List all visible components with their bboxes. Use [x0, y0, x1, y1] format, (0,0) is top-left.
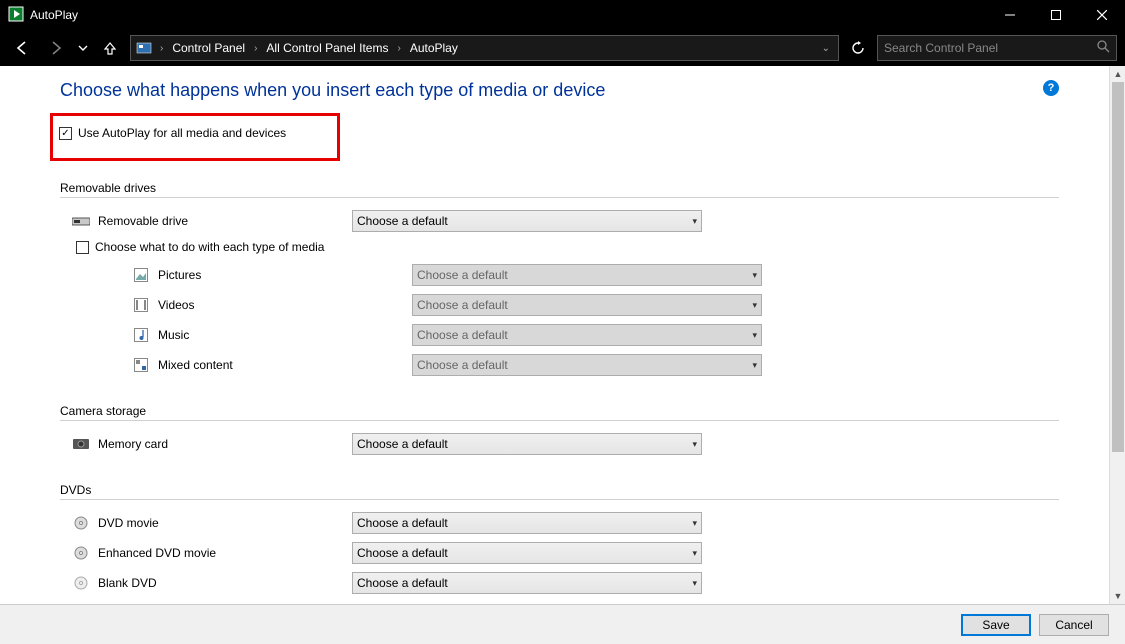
page-heading: Choose what happens when you insert each…	[60, 80, 605, 101]
divider	[60, 499, 1059, 500]
vertical-scrollbar[interactable]: ▲ ▼	[1109, 66, 1125, 604]
section-title-camera: Camera storage	[60, 404, 1059, 418]
close-button[interactable]	[1079, 0, 1125, 30]
enhanced-dvd-combo[interactable]: Choose a default ▾	[352, 542, 702, 564]
chevron-down-icon: ▾	[752, 270, 757, 281]
forward-button[interactable]	[42, 34, 70, 62]
divider	[60, 420, 1059, 421]
back-button[interactable]	[8, 34, 36, 62]
scroll-down-icon[interactable]: ▼	[1110, 588, 1125, 604]
breadcrumb-item[interactable]: AutoPlay	[408, 41, 460, 55]
cancel-button[interactable]: Cancel	[1039, 614, 1109, 636]
divider	[60, 197, 1059, 198]
refresh-button[interactable]	[845, 35, 871, 61]
dvd-icon	[72, 544, 90, 562]
choose-per-media-checkbox[interactable]	[76, 241, 89, 254]
mixed-content-combo[interactable]: Choose a default ▾	[412, 354, 762, 376]
choose-per-media-label: Choose what to do with each type of medi…	[95, 240, 324, 254]
chevron-right-icon: ›	[157, 43, 166, 54]
maximize-button[interactable]	[1033, 0, 1079, 30]
save-button[interactable]: Save	[961, 614, 1031, 636]
removable-drive-combo[interactable]: Choose a default ▾	[352, 210, 702, 232]
scroll-up-icon[interactable]: ▲	[1110, 66, 1125, 82]
videos-icon	[132, 296, 150, 314]
removable-drive-label: Removable drive	[98, 214, 188, 228]
enhanced-dvd-label: Enhanced DVD movie	[98, 546, 216, 560]
breadcrumb-item[interactable]: Control Panel	[170, 41, 247, 55]
chevron-right-icon: ›	[394, 43, 403, 54]
app-icon	[8, 6, 24, 25]
dvd-icon	[72, 514, 90, 532]
chevron-down-icon: ▾	[692, 548, 697, 559]
chevron-down-icon: ▾	[692, 216, 697, 227]
chevron-right-icon: ›	[251, 43, 260, 54]
chevron-down-icon: ▾	[752, 330, 757, 341]
blank-dvd-label: Blank DVD	[98, 576, 157, 590]
dvd-movie-label: DVD movie	[98, 516, 159, 530]
help-icon[interactable]: ?	[1043, 80, 1059, 96]
memory-card-label: Memory card	[98, 437, 168, 451]
pictures-combo[interactable]: Choose a default ▾	[412, 264, 762, 286]
titlebar: AutoPlay	[0, 0, 1125, 30]
footer-bar: Save Cancel	[0, 604, 1125, 644]
drive-icon	[72, 212, 90, 230]
minimize-button[interactable]	[987, 0, 1033, 30]
scroll-thumb[interactable]	[1112, 82, 1124, 452]
music-icon	[132, 326, 150, 344]
section-title-dvds: DVDs	[60, 483, 1059, 497]
search-icon	[1097, 40, 1110, 56]
use-autoplay-label: Use AutoPlay for all media and devices	[78, 126, 286, 140]
memory-card-combo[interactable]: Choose a default ▾	[352, 433, 702, 455]
blank-dvd-combo[interactable]: Choose a default ▾	[352, 572, 702, 594]
media-type-label: Pictures	[158, 268, 201, 282]
media-type-label: Mixed content	[158, 358, 233, 372]
highlighted-option: ✓ Use AutoPlay for all media and devices	[50, 113, 340, 161]
mixed-content-icon	[132, 356, 150, 374]
videos-combo[interactable]: Choose a default ▾	[412, 294, 762, 316]
navigation-bar: › Control Panel › All Control Panel Item…	[0, 30, 1125, 66]
window-title: AutoPlay	[30, 8, 78, 22]
memory-card-icon	[72, 435, 90, 453]
chevron-down-icon: ▾	[692, 518, 697, 529]
chevron-down-icon: ▾	[752, 360, 757, 371]
dvd-movie-combo[interactable]: Choose a default ▾	[352, 512, 702, 534]
dvd-icon	[72, 574, 90, 592]
control-panel-icon	[135, 39, 153, 57]
use-autoplay-checkbox[interactable]: ✓	[59, 127, 72, 140]
search-box[interactable]	[877, 35, 1117, 61]
media-type-label: Videos	[158, 298, 194, 312]
pictures-icon	[132, 266, 150, 284]
search-input[interactable]	[884, 41, 1097, 55]
chevron-down-icon: ▾	[692, 578, 697, 589]
breadcrumb-item[interactable]: All Control Panel Items	[264, 41, 390, 55]
recent-dropdown[interactable]	[76, 34, 90, 62]
media-type-label: Music	[158, 328, 189, 342]
chevron-down-icon: ▾	[692, 439, 697, 450]
music-combo[interactable]: Choose a default ▾	[412, 324, 762, 346]
chevron-down-icon[interactable]: ⌄	[818, 43, 834, 54]
chevron-down-icon: ▾	[752, 300, 757, 311]
section-title-removable: Removable drives	[60, 181, 1059, 195]
content-area: Choose what happens when you insert each…	[0, 66, 1109, 604]
breadcrumb[interactable]: › Control Panel › All Control Panel Item…	[130, 35, 839, 61]
up-button[interactable]	[96, 34, 124, 62]
